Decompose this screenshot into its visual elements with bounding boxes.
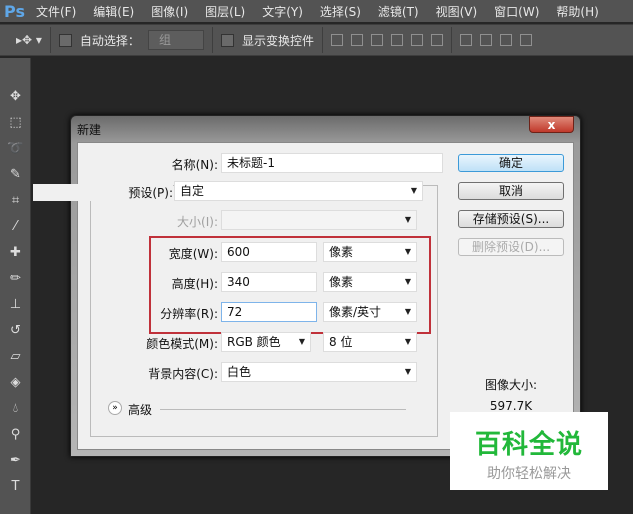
resolution-input[interactable]: 72 <box>221 302 317 322</box>
type-tool-icon[interactable]: T <box>0 474 31 500</box>
close-button[interactable]: x <box>529 116 574 133</box>
menu-edit[interactable]: 编辑(E) <box>93 3 134 20</box>
menu-window[interactable]: 窗口(W) <box>494 3 539 20</box>
align-top-icon[interactable] <box>330 34 343 46</box>
align-bottom-icon[interactable] <box>370 34 383 46</box>
brush-tool-icon[interactable]: ✏ <box>0 266 31 292</box>
height-label: 高度(H): <box>171 277 218 291</box>
width-input[interactable]: 600 <box>221 242 317 262</box>
dodge-tool-icon[interactable]: ⚲ <box>0 422 31 448</box>
resolution-label: 分辨率(R): <box>160 307 218 321</box>
tools-panel: ✥ ⬚ ➰ ✎ ⌗ ⁄ ✚ ✏ ⊥ ↺ ▱ ◈ 💧︎ ⚲ ✒ T <box>0 58 31 514</box>
menu-layer[interactable]: 图层(L) <box>205 3 245 20</box>
name-input[interactable]: 未标题-1 <box>221 153 443 173</box>
dialog-title: 新建 <box>77 123 102 137</box>
name-label: 名称(N): <box>171 158 218 172</box>
delete-preset-button: 删除预设(D)... <box>458 238 564 256</box>
align-vcenter-icon[interactable] <box>350 34 363 46</box>
options-bar: ▸✥ ▾ 自动选择： 组 显示变换控件 <box>0 24 633 56</box>
distribute-left-icon[interactable] <box>519 34 532 46</box>
preset-dropdown[interactable]: 自定 <box>174 181 423 201</box>
height-input[interactable]: 340 <box>221 272 317 292</box>
color-mode-dropdown[interactable]: RGB 颜色 <box>221 332 311 352</box>
divider <box>49 27 51 53</box>
size-label: 大小(I): <box>177 215 218 229</box>
watermark-title: 百科全说 <box>474 430 583 460</box>
eraser-tool-icon[interactable]: ▱ <box>0 344 31 370</box>
menu-bar: Ps 文件(F) 编辑(E) 图像(I) 图层(L) 文字(Y) 选择(S) 滤… <box>0 0 633 22</box>
watermark: 百科全说 助你轻松解决 <box>450 412 608 490</box>
save-preset-button[interactable]: 存储预设(S)... <box>458 210 564 228</box>
distribute-vcenter-icon[interactable] <box>479 34 492 46</box>
pen-tool-icon[interactable]: ✒ <box>0 448 31 474</box>
expand-advanced-icon[interactable]: » <box>108 401 122 415</box>
menu-image[interactable]: 图像(I) <box>151 3 188 20</box>
bucket-tool-icon[interactable]: ◈ <box>0 370 31 396</box>
background-dropdown[interactable]: 白色 <box>221 362 417 382</box>
image-size-label: 图像大小: <box>484 378 538 392</box>
healing-tool-icon[interactable]: ✚ <box>0 240 31 266</box>
align-hcenter-icon[interactable] <box>410 34 423 46</box>
divider <box>211 27 213 53</box>
divider <box>321 27 323 53</box>
distribute-top-icon[interactable] <box>459 34 472 46</box>
height-unit-dropdown[interactable]: 像素 <box>323 272 417 292</box>
eyedropper-tool-icon[interactable]: ⁄ <box>0 214 31 240</box>
stamp-tool-icon[interactable]: ⊥ <box>0 292 31 318</box>
new-document-dialog: 新建 x 名称(N): 未标题-1 预设(P): 自定 大小(I): 宽度(W)… <box>33 115 581 457</box>
menu-filter[interactable]: 滤镜(T) <box>378 3 419 20</box>
width-label: 宽度(W): <box>168 247 218 261</box>
align-right-icon[interactable] <box>430 34 443 46</box>
photoshop-logo: Ps <box>4 1 25 21</box>
divider <box>160 409 406 410</box>
cancel-button[interactable]: 取消 <box>458 182 564 200</box>
advanced-label[interactable]: 高级 <box>128 401 152 418</box>
background-label: 背景内容(C): <box>148 367 218 381</box>
quick-select-tool-icon[interactable]: ✎ <box>0 162 31 188</box>
crop-tool-icon[interactable]: ⌗ <box>0 188 31 214</box>
divider <box>450 27 452 53</box>
size-dropdown <box>221 210 417 230</box>
preset-label: 预设(P): <box>33 184 173 201</box>
auto-select-label: 自动选择： <box>79 33 140 48</box>
align-left-icon[interactable] <box>390 34 403 46</box>
history-brush-icon[interactable]: ↺ <box>0 318 31 344</box>
watermark-subtitle: 助你轻松解决 <box>487 466 571 482</box>
width-unit-dropdown[interactable]: 像素 <box>323 242 417 262</box>
auto-select-checkbox[interactable] <box>58 33 72 47</box>
menu-file[interactable]: 文件(F) <box>36 3 76 20</box>
dialog-body: 名称(N): 未标题-1 预设(P): 自定 大小(I): 宽度(W): 600… <box>33 142 574 450</box>
blur-tool-icon[interactable]: 💧︎ <box>0 396 31 422</box>
image-size-value: 597.7K <box>489 399 533 413</box>
menu-select[interactable]: 选择(S) <box>320 3 361 20</box>
resolution-unit-dropdown[interactable]: 像素/英寸 <box>323 302 417 322</box>
move-tool-icon[interactable]: ▸✥ ▾ <box>16 33 42 47</box>
distribute-bottom-icon[interactable] <box>499 34 512 46</box>
color-mode-label: 颜色模式(M): <box>146 337 218 351</box>
menu-help[interactable]: 帮助(H) <box>556 3 598 20</box>
show-transform-label: 显示变换控件 <box>241 33 314 48</box>
bit-depth-dropdown[interactable]: 8 位 <box>323 332 417 352</box>
menu-type[interactable]: 文字(Y) <box>262 3 303 20</box>
show-transform-checkbox[interactable] <box>220 33 234 47</box>
menu-view[interactable]: 视图(V) <box>436 3 478 20</box>
lasso-tool-icon[interactable]: ➰ <box>0 136 31 162</box>
auto-select-dropdown[interactable]: 组 <box>147 30 204 50</box>
ok-button[interactable]: 确定 <box>458 154 564 172</box>
marquee-tool-icon[interactable]: ⬚ <box>0 110 31 136</box>
move-tool-icon[interactable]: ✥ <box>0 84 31 110</box>
